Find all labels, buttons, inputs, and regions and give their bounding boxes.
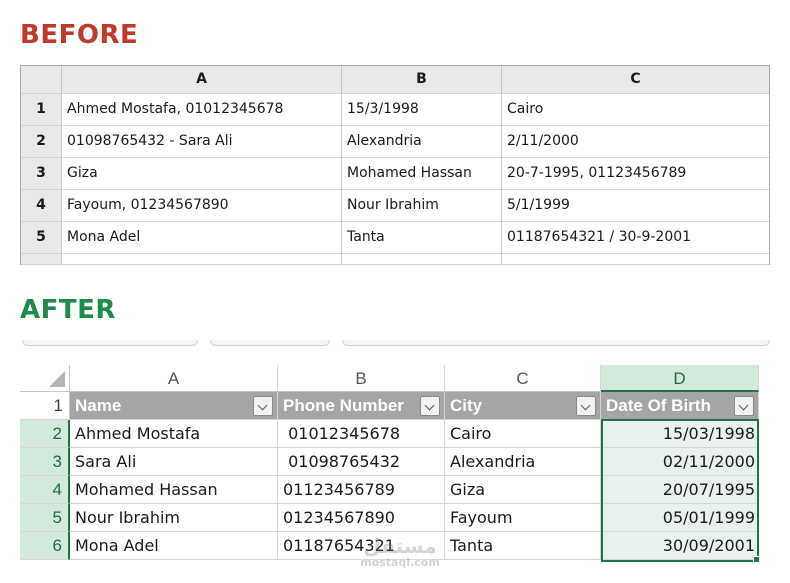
header-label: City [450,396,483,415]
cell-dob[interactable]: 20/07/1995 [601,476,759,504]
cell-name[interactable]: Nour Ibrahim [70,504,278,532]
before-row-number[interactable]: 2 [21,126,62,158]
table-header-phone[interactable]: Phone Number [278,392,445,420]
before-column-header-row: A B C [21,66,769,94]
before-column-header-c[interactable]: C [502,66,769,94]
before-cell[interactable]: Nour Ibrahim [342,190,502,222]
watermark-logo: مستقل mostaql.com [345,535,455,569]
column-header-a[interactable]: A [70,365,278,392]
cell-name[interactable]: Ahmed Mostafa [70,420,278,448]
header-label: Phone Number [283,396,404,415]
before-cell[interactable]: Fayoum, 01234567890 [62,190,342,222]
cell-phone[interactable]: 01234567890 [278,504,445,532]
before-row-number[interactable] [21,254,62,265]
row-number[interactable]: 5 [20,504,70,532]
cell-city[interactable]: Giza [445,476,601,504]
cell-dob[interactable]: 15/03/1998 [601,420,759,448]
cell-dob[interactable]: 05/01/1999 [601,504,759,532]
after-spreadsheet: A B C D 1 Name Phone Number City Date Of… [20,340,770,575]
before-corner-cell[interactable] [21,66,62,94]
before-row: 2 01098765432 - Sara Ali Alexandria 2/11… [21,126,769,158]
before-cell[interactable]: 01098765432 - Sara Ali [62,126,342,158]
before-cell[interactable]: Mohamed Hassan [342,158,502,190]
cell-dob[interactable]: 02/11/2000 [601,448,759,476]
table-header-dob[interactable]: Date Of Birth [601,392,759,420]
sheet-toolbar-strip [20,340,770,348]
row-number[interactable]: 6 [20,532,70,560]
before-row-number[interactable]: 5 [21,222,62,254]
before-column-header-a[interactable]: A [62,66,342,94]
before-cell[interactable] [342,254,502,265]
cell-phone[interactable]: 01098765432 [278,448,445,476]
before-cell[interactable]: Tanta [342,222,502,254]
before-cell[interactable]: 2/11/2000 [502,126,769,158]
watermark-arabic: مستقل [363,534,437,558]
select-all-triangle-icon [49,371,65,387]
cell-phone[interactable]: 01012345678 [278,420,445,448]
before-cell[interactable] [502,254,769,265]
filter-dropdown-icon[interactable] [420,396,440,416]
filter-dropdown-icon[interactable] [576,396,596,416]
row-number[interactable]: 3 [20,448,70,476]
table-header-name[interactable]: Name [70,392,278,420]
column-header-c[interactable]: C [445,365,601,392]
before-cell[interactable]: 20-7-1995, 01123456789 [502,158,769,190]
before-cell[interactable]: Giza [62,158,342,190]
cell-name[interactable]: Mona Adel [70,532,278,560]
table-header-city[interactable]: City [445,392,601,420]
before-cell[interactable]: Cairo [502,94,769,126]
before-cell[interactable]: 5/1/1999 [502,190,769,222]
cell-dob[interactable]: 30/09/2001 [601,532,759,560]
cell-phone[interactable]: 01123456789 [278,476,445,504]
row-number[interactable]: 2 [20,420,70,448]
before-row-number[interactable]: 3 [21,158,62,190]
before-row-number[interactable]: 4 [21,190,62,222]
before-row: 5 Mona Adel Tanta 01187654321 / 30-9-200… [21,222,769,254]
select-all-corner[interactable] [20,365,70,392]
cell-city[interactable]: Cairo [445,420,601,448]
column-header-b[interactable]: B [278,365,445,392]
cell-name[interactable]: Mohamed Hassan [70,476,278,504]
cell-city[interactable]: Tanta [445,532,601,560]
before-cell[interactable]: Mona Adel [62,222,342,254]
before-row: 3 Giza Mohamed Hassan 20-7-1995, 0112345… [21,158,769,190]
before-row: 1 Ahmed Mostafa, 01012345678 15/3/1998 C… [21,94,769,126]
cell-city[interactable]: Fayoum [445,504,601,532]
before-heading: BEFORE [20,20,139,50]
header-label: Name [75,396,122,415]
before-row-number[interactable]: 1 [21,94,62,126]
toolbar-tab[interactable] [342,340,770,346]
before-cell[interactable] [62,254,342,265]
before-column-header-b[interactable]: B [342,66,502,94]
after-heading: AFTER [20,295,116,325]
before-cell[interactable]: Alexandria [342,126,502,158]
watermark-domain: mostaql.com [360,556,440,569]
filter-dropdown-icon[interactable] [253,396,273,416]
row-number[interactable]: 4 [20,476,70,504]
before-cell[interactable]: 15/3/1998 [342,94,502,126]
before-spreadsheet: A B C 1 Ahmed Mostafa, 01012345678 15/3/… [20,65,770,265]
before-cell[interactable]: Ahmed Mostafa, 01012345678 [62,94,342,126]
fill-handle[interactable] [753,556,760,563]
column-header-d[interactable]: D [601,365,759,392]
toolbar-tab[interactable] [22,340,198,346]
cell-city[interactable]: Alexandria [445,448,601,476]
filter-dropdown-icon[interactable] [734,396,754,416]
row-number[interactable]: 1 [20,392,70,420]
before-row-empty [21,254,769,265]
before-cell[interactable]: 01187654321 / 30-9-2001 [502,222,769,254]
before-row: 4 Fayoum, 01234567890 Nour Ibrahim 5/1/1… [21,190,769,222]
cell-name[interactable]: Sara Ali [70,448,278,476]
toolbar-tab[interactable] [210,340,330,346]
header-label: Date Of Birth [606,396,711,415]
